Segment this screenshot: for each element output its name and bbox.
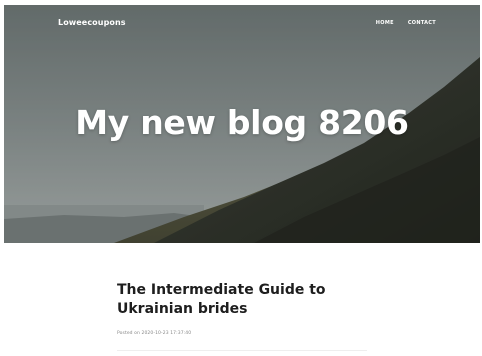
post-divider bbox=[117, 350, 367, 351]
page: Loweecoupons HOME CONTACT My new blog 82… bbox=[0, 0, 482, 356]
site-title: My new blog 8206 bbox=[75, 103, 409, 142]
hero-banner: Loweecoupons HOME CONTACT My new blog 82… bbox=[4, 5, 480, 243]
post-title-link[interactable]: The Intermediate Guide to Ukrainian brid… bbox=[117, 281, 387, 319]
post-preview: The Intermediate Guide to Ukrainian brid… bbox=[117, 281, 387, 336]
site-brand[interactable]: Loweecoupons bbox=[58, 18, 126, 27]
nav-contact-link[interactable]: CONTACT bbox=[408, 20, 436, 26]
post-meta: Posted on 2020-10-23 17:37:40 bbox=[117, 331, 192, 336]
top-nav: HOME CONTACT bbox=[376, 20, 436, 26]
nav-home-link[interactable]: HOME bbox=[376, 20, 394, 26]
